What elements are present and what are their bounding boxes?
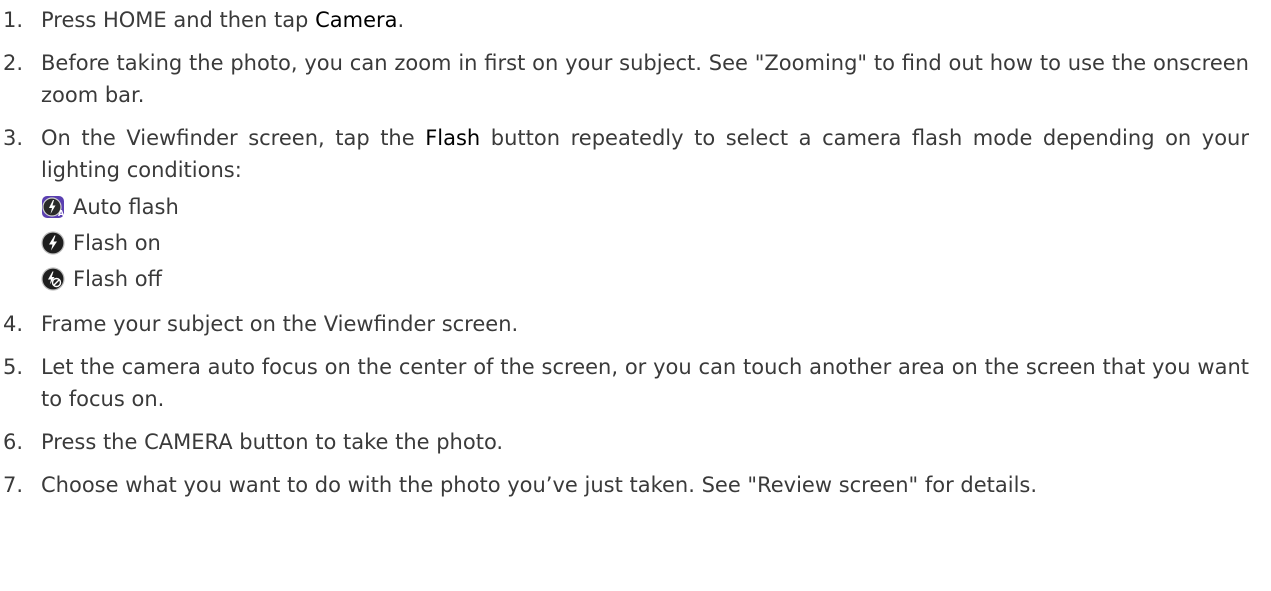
step-text: Press HOME and then tap [41,8,316,32]
flash-on-icon [41,231,65,255]
step-2: 2. Before taking the photo, you can zoom … [3,47,1249,111]
svg-text:A: A [58,209,65,218]
flash-mode-label: Flash off [73,267,163,291]
flash-mode-label: Auto flash [73,195,179,219]
auto-flash-icon: A [41,195,65,219]
flash-mode-auto: A Auto flash [41,189,1249,225]
step-number: 7. [3,473,24,497]
step-number: 6. [3,430,24,454]
step-number: 2. [3,51,24,75]
step-number: 1. [3,8,24,32]
step-1: 1. Press HOME and then tap Camera. [3,4,1249,36]
step-text: Let the camera auto focus on the center … [41,355,1249,411]
flash-mode-list: A Auto flash Flash on Flash off [41,189,1249,297]
step-text: Frame your subject on the Viewfinder scr… [41,312,519,336]
step-6: 6. Press the CAMERA button to take the ph… [3,426,1249,458]
camera-term: Camera [315,8,398,32]
flash-term: Flash [425,126,481,150]
camera-steps-list: 1. Press HOME and then tap Camera. 2. Befo… [0,4,1249,501]
manual-page: 1. Press HOME and then tap Camera. 2. Befo… [0,4,1271,591]
step-7: 7. Choose what you want to do with the ph… [3,469,1249,501]
flash-mode-on: Flash on [41,225,1249,261]
step-number: 5. [3,355,24,379]
step-4: 4. Frame your subject on the Viewfinder s… [3,308,1249,340]
flash-mode-label: Flash on [73,231,161,255]
step-number: 3. [3,126,24,150]
step-3: 3. On the Viewfinder screen, tap the Flas… [3,122,1249,297]
step-text-end: . [397,8,405,32]
step-text: Press the CAMERA button to take the phot… [41,430,504,454]
flash-off-icon [41,267,65,291]
step-5: 5. Let the camera auto focus on the cente… [3,351,1249,415]
step-number: 4. [3,312,24,336]
flash-mode-off: Flash off [41,261,1249,297]
step-text: Before taking the photo, you can zoom in… [41,51,1249,107]
step-text: On the Viewfinder screen, tap the [41,126,426,150]
step-text: Choose what you want to do with the phot… [41,473,1038,497]
